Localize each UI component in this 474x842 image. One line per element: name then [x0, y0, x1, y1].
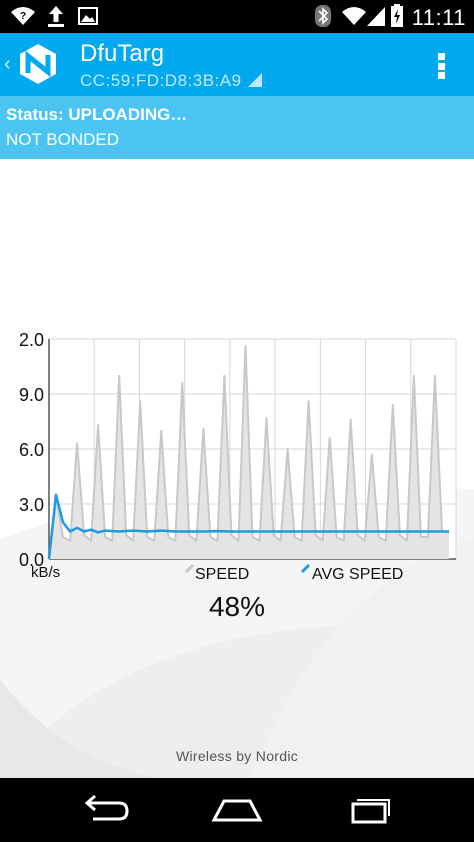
chevron-left-icon: ‹: [4, 53, 11, 75]
back-button[interactable]: [75, 792, 135, 828]
upload-icon: [46, 4, 66, 28]
speed-legend-swatch: [184, 563, 195, 574]
y-tick-label: 2.0: [19, 330, 44, 350]
y-tick-label: 3.0: [19, 495, 44, 515]
content-area: 0.0 3.0 6.0 9.0 2.0 kB/s SPEED AVG SPEED 48% Wi…: [0, 159, 474, 778]
speed-chart: 0.03.06.09.02.0kB/s SPEED AVG SPEED: [19, 330, 457, 583]
overflow-dot: [438, 53, 445, 60]
progress-percent: 48%: [208, 591, 266, 622]
svg-text:?: ?: [20, 11, 26, 22]
status-panel: Status: UPLOADING… NOT BONDED: [0, 96, 474, 159]
dropdown-corner-icon: [248, 73, 262, 87]
cell-signal-icon: [366, 4, 386, 28]
app-title: DfuTarg: [80, 40, 165, 67]
speed-legend-label: SPEED: [195, 566, 249, 583]
avg-speed-legend-swatch: [300, 563, 311, 574]
recents-button[interactable]: [339, 792, 399, 828]
action-bar: ‹ DfuTarg CC:59:FD:D8:3B:A9: [0, 33, 474, 96]
y-tick-label: 6.0: [19, 440, 44, 460]
navigation-bar: [0, 778, 474, 842]
footer-text: Wireless by Nordic: [175, 748, 299, 764]
wifi-question-icon: ?: [10, 4, 36, 28]
upload-status: Status: UPLOADING…: [6, 105, 188, 124]
image-icon: [78, 4, 98, 28]
bluetooth-icon: [314, 4, 332, 28]
home-up-button[interactable]: ‹: [0, 33, 66, 96]
recents-icon: [351, 799, 390, 824]
nordic-logo: [20, 44, 56, 84]
clock: 11:11: [411, 5, 466, 30]
y-tick-label: 9.0: [19, 385, 44, 405]
battery-charging-icon: [390, 4, 404, 28]
wifi-icon: [341, 4, 367, 28]
overflow-dot: [438, 72, 445, 79]
overflow-dot: [438, 62, 445, 70]
status-bar: ? 11:11: [0, 0, 474, 33]
avg-speed-legend-label: AVG SPEED: [312, 566, 403, 583]
home-button[interactable]: [207, 792, 267, 828]
bond-state: NOT BONDED: [6, 130, 120, 149]
device-address: CC:59:FD:D8:3B:A9: [80, 71, 242, 90]
home-icon: [211, 799, 263, 822]
overflow-menu-button[interactable]: [438, 53, 446, 79]
y-axis-label: kB/s: [31, 564, 60, 581]
back-icon: [84, 795, 129, 821]
